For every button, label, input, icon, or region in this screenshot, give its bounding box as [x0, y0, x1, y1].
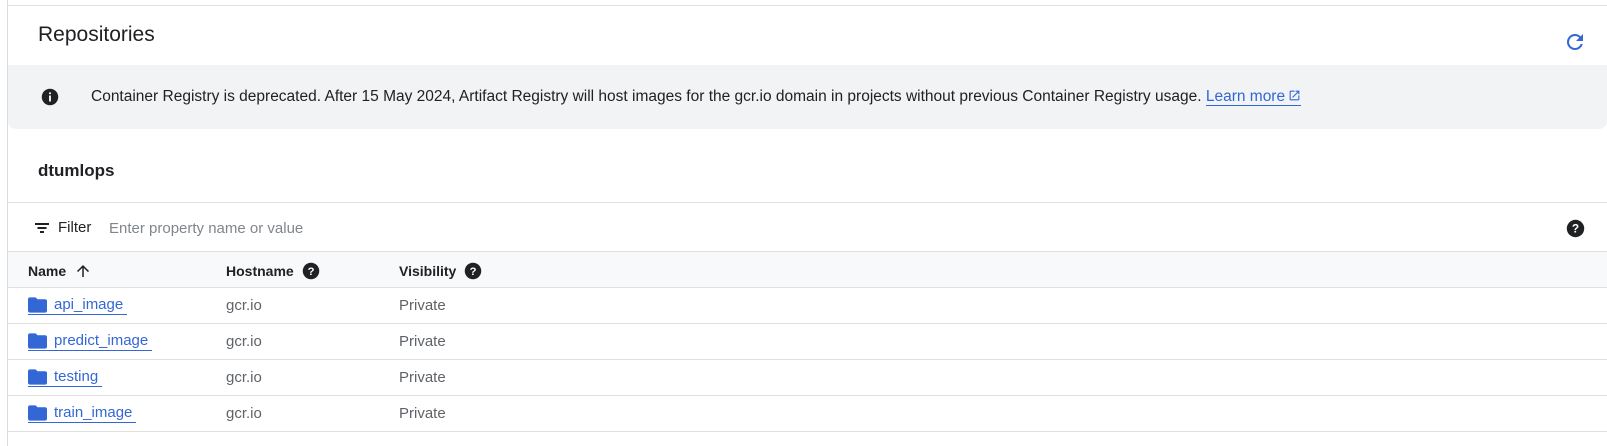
- refresh-icon: [1566, 33, 1583, 50]
- hostname-cell: gcr.io: [226, 297, 262, 314]
- repository-link[interactable]: testing: [28, 368, 103, 387]
- filter-input[interactable]: [109, 215, 709, 241]
- project-name: dtumlops: [38, 161, 115, 180]
- column-header-visibility-label: Visibility: [399, 263, 457, 279]
- table-row: predict_image gcr.io Private: [8, 324, 1607, 360]
- table-header: Name Hostname ? Visibility ?: [8, 252, 1607, 288]
- column-header-visibility: Visibility ?: [399, 262, 482, 280]
- hostname-cell: gcr.io: [226, 405, 262, 422]
- page-title: Repositories: [38, 23, 155, 46]
- learn-more-link[interactable]: Learn more: [1205, 88, 1302, 106]
- folder-icon: [28, 368, 47, 385]
- repository-name: train_image: [54, 404, 133, 421]
- help-icon[interactable]: ?: [464, 262, 482, 280]
- help-icon[interactable]: ?: [302, 262, 320, 280]
- external-link-icon: [1289, 90, 1300, 101]
- sort-ascending-icon[interactable]: [74, 262, 92, 280]
- svg-text:?: ?: [470, 266, 477, 278]
- deprecation-banner: Container Registry is deprecated. After …: [8, 65, 1607, 129]
- filter-bar: Filter ?: [8, 202, 1607, 252]
- table-row: train_image gcr.io Private: [8, 396, 1607, 432]
- repository-name: testing: [54, 368, 99, 385]
- info-icon: [41, 88, 59, 106]
- learn-more-label: Learn more: [1205, 88, 1286, 105]
- refresh-button[interactable]: [1563, 30, 1587, 54]
- column-header-hostname-label: Hostname: [226, 263, 294, 279]
- folder-icon: [28, 404, 47, 421]
- table-row: testing gcr.io Private: [8, 360, 1607, 396]
- filter-icon: [35, 223, 49, 233]
- column-header-hostname: Hostname ?: [226, 262, 320, 280]
- repositories-table: Name Hostname ? Visibility ? api_image g…: [8, 252, 1607, 432]
- repository-link[interactable]: train_image: [28, 404, 137, 423]
- page-header: Repositories: [8, 6, 1607, 64]
- banner-message-line: Container Registry is deprecated. After …: [91, 88, 1302, 106]
- visibility-cell: Private: [399, 405, 446, 422]
- repository-link[interactable]: api_image: [28, 296, 128, 315]
- folder-icon: [28, 332, 47, 349]
- folder-icon: [28, 296, 47, 313]
- repository-name: predict_image: [54, 332, 149, 349]
- svg-text:?: ?: [307, 266, 314, 278]
- visibility-cell: Private: [399, 369, 446, 386]
- visibility-cell: Private: [399, 333, 446, 350]
- visibility-cell: Private: [399, 297, 446, 314]
- table-row: api_image gcr.io Private: [8, 288, 1607, 324]
- hostname-cell: gcr.io: [226, 369, 262, 386]
- filter-label: Filter: [58, 219, 92, 236]
- column-header-name-label: Name: [28, 263, 67, 279]
- hostname-cell: gcr.io: [226, 333, 262, 350]
- svg-text:?: ?: [1572, 221, 1579, 235]
- column-header-name[interactable]: Name: [28, 262, 92, 280]
- banner-message: Container Registry is deprecated. After …: [91, 88, 1202, 105]
- help-icon[interactable]: ?: [1566, 219, 1585, 238]
- repository-link[interactable]: predict_image: [28, 332, 153, 351]
- repository-name: api_image: [54, 296, 124, 313]
